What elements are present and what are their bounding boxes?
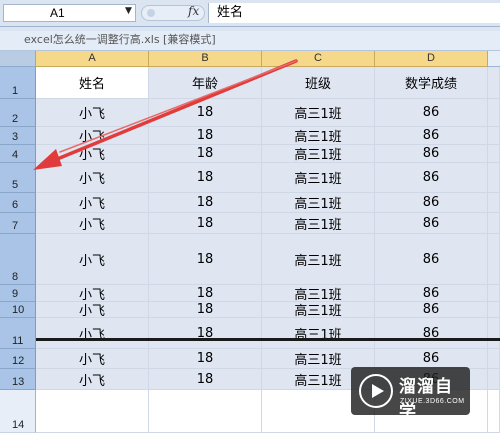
arrow-shaft-upper	[59, 60, 297, 153]
watermark-subtitle: ZIXUE.3D66.COM	[400, 398, 465, 405]
arrow-head	[33, 149, 62, 170]
play-logo-icon	[359, 374, 393, 408]
arrow-shaft-lower	[48, 59, 298, 164]
watermark: 溜溜自学 ZIXUE.3D66.COM	[351, 367, 470, 422]
watermark-title: 溜溜自学	[399, 377, 453, 422]
